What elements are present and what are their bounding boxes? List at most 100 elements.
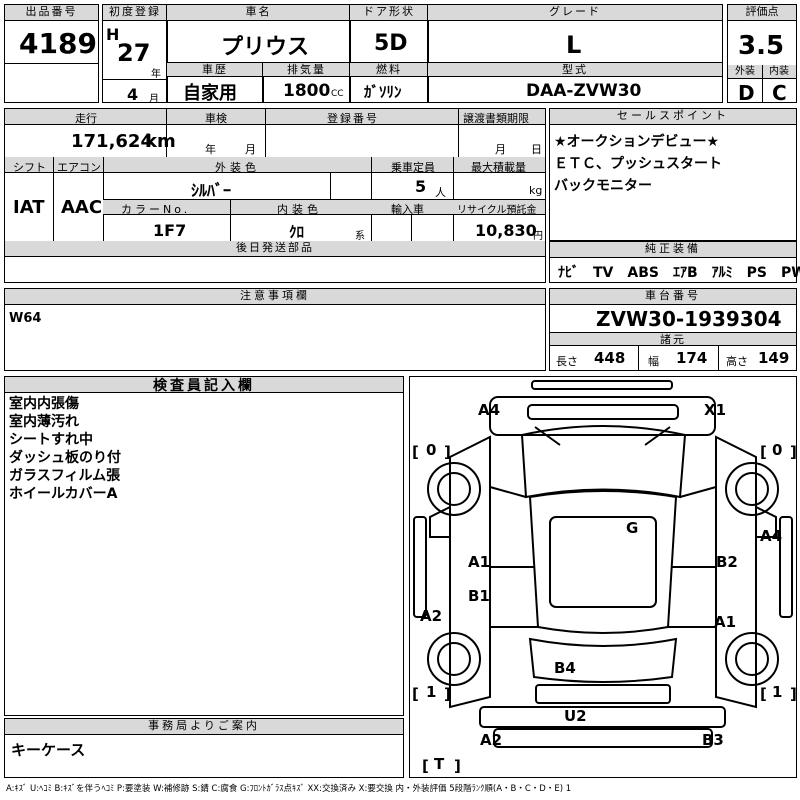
chassis-label: 車台番号 (550, 289, 796, 305)
color-label: 外装色 (215, 161, 260, 174)
mileage-label: 走行 (75, 112, 97, 125)
mileage: 171,624 (71, 131, 153, 152)
equipment-items: ﾅﾋﾞ TV ABS ｴｱB ｱﾙﾐ PS PW (558, 265, 800, 281)
mark-right-rear-door: A1 (714, 613, 736, 631)
transfer-month-unit: 月 (495, 143, 506, 156)
inspector-line: ホイールカバーA (9, 486, 118, 502)
registration-no-label: 登録番号 (327, 112, 379, 125)
sales-points-box: セールスポイント ★オークションデビュー★ ＥＴＣ、プッシュスタート バックモニ… (549, 108, 797, 241)
mark-rear-glass: B4 (554, 659, 576, 677)
sales-line-1: ★オークションデビュー★ (554, 134, 720, 150)
year-unit: 年 (151, 69, 161, 80)
tire-front-left-bracket: [ (412, 443, 419, 461)
inspector-line: ガラスフィルム張 (9, 468, 121, 484)
tire-rear-right-bracket-close: ] (790, 685, 796, 703)
rating-box: 評価点 3.5 外装 内装 D C (727, 4, 797, 105)
grade-label: グレード (428, 5, 722, 21)
maxload-unit: kg (529, 184, 543, 197)
later-parts-label: 後日発送部品 (5, 241, 545, 257)
tire-rear-left-value: 1 (426, 683, 436, 701)
sales-line-2: ＥＴＣ、プッシュスタート (554, 156, 722, 172)
spare-tire-bracket: [ (422, 757, 429, 775)
model-code: DAA-ZVW30 (526, 81, 642, 101)
inspector-line: シートすれ中 (9, 432, 93, 448)
width: 174 (676, 349, 708, 367)
spec-label: 諸元 (550, 332, 796, 346)
ac-label: エアコン (57, 161, 101, 174)
legend: A:ｷｽﾞ U:ﾍｺﾐ B:ｷｽﾞを伴うﾍｺﾐ P:要塗装 W:補修跡 S:錆 … (6, 784, 572, 794)
history: 自家用 (183, 83, 237, 104)
capacity-label: 乗車定員 (391, 161, 435, 174)
lot-number-box: 出品番号 4189 (4, 4, 99, 103)
color-no-label: カラーNo. (121, 203, 191, 216)
interior-color-unit: 系 (355, 231, 365, 242)
interior-label: 内装 (762, 65, 796, 79)
inspector-line: 室内内張傷 (9, 396, 79, 412)
shift: IAT (13, 197, 45, 218)
details-box: 走行 車検 登録番号 譲渡書類期限 171,624 km 年 月 月 日 シフト… (4, 108, 546, 283)
mark-front-bumper-right: X1 (704, 401, 726, 419)
car-name-label: 車名 (167, 5, 350, 21)
displacement-unit: CC (331, 89, 344, 99)
spare-tire-bracket-close: ] (454, 757, 461, 775)
mark-rear-bumper: U2 (564, 707, 587, 725)
displacement-label: 排気量 (263, 63, 350, 77)
model-label: 型式 (428, 63, 722, 77)
equipment-box: 純正装備 ﾅﾋﾞ TV ABS ｴｱB ｱﾙﾐ PS PW (549, 241, 800, 283)
office-notice-box: 事務局よりご案内 キーケース (4, 718, 404, 778)
length-label: 長さ (556, 355, 578, 368)
tire-front-right-value: 0 (772, 441, 782, 459)
color-number: 1F7 (153, 221, 187, 240)
mark-right-front-door: B2 (716, 553, 738, 571)
door-box: ドア形状 5D (349, 4, 429, 64)
fuel-box: 燃料 ｶﾞｿﾘﾝ (349, 62, 429, 103)
interior-color: ｸﾛ (289, 223, 305, 241)
sales-line-3: バックモニター (554, 178, 652, 194)
lot-number-label: 出品番号 (5, 5, 98, 21)
fuel-label: 燃料 (350, 63, 428, 77)
office-label: 事務局よりご案内 (5, 719, 403, 735)
month-unit: 月 (149, 94, 159, 105)
mark-windshield: G (626, 519, 638, 537)
grade: L (566, 31, 582, 59)
mileage-unit: km (145, 131, 176, 152)
fuel: ｶﾞｿﾘﾝ (364, 83, 402, 101)
width-label: 幅 (648, 355, 659, 368)
tire-rear-left-bracket: [ (412, 685, 419, 703)
first-registration-label: 初度登録 (103, 5, 167, 21)
inspector-line: 室内薄汚れ (9, 414, 79, 430)
interior-color-label: 内装色 (277, 203, 322, 216)
notes-text: W64 (9, 311, 42, 326)
exterior-grade: D (738, 81, 755, 105)
mark-front-bumper-left: A4 (478, 401, 500, 419)
tire-front-left-bracket-close: ] (444, 443, 451, 461)
sales-points-label: セールスポイント (550, 109, 796, 125)
interior-grade: C (772, 81, 787, 105)
model-box: 型式 DAA-ZVW30 (427, 62, 723, 103)
chassis-box: 車台番号 ZVW30-1939304 諸元 長さ 448 幅 174 高さ 14… (549, 288, 797, 371)
mark-right-side: A4 (760, 527, 782, 545)
displacement: 1800 (283, 81, 331, 101)
displacement-box: 排気量 1800 CC (262, 62, 351, 103)
mark-rear-right-corner: B3 (702, 731, 724, 749)
tire-rear-left-bracket-close: ] (444, 685, 451, 703)
length: 448 (594, 349, 626, 367)
inspection-month-unit: 月 (245, 143, 256, 156)
recycle-label: リサイクル預託金 (457, 205, 537, 216)
door-label: ドア形状 (350, 5, 428, 21)
capacity: 5 (415, 177, 427, 196)
mark-rear-left-corner: A2 (480, 731, 502, 749)
door-type: 5D (374, 31, 408, 56)
exterior-color: ｼﾙﾊﾞｰ (191, 181, 232, 200)
chassis-number: ZVW30-1939304 (596, 307, 782, 331)
ac: AAC (61, 197, 103, 218)
transfer-label: 譲渡書類期限 (463, 112, 529, 125)
maxload-label: 最大積載量 (471, 161, 526, 174)
height: 149 (758, 349, 790, 367)
rating-label: 評価点 (728, 5, 796, 21)
lot-number: 4189 (19, 27, 97, 60)
inspector-notes-box: 検査員記入欄 室内内張傷 室内薄汚れ シートすれ中 ダッシュ板のり付 ガラスフィ… (4, 376, 404, 716)
recycle-unit: 円 (533, 231, 543, 242)
inspector-line: ダッシュ板のり付 (9, 450, 121, 466)
tire-front-right-bracket-close: ] (790, 443, 796, 461)
